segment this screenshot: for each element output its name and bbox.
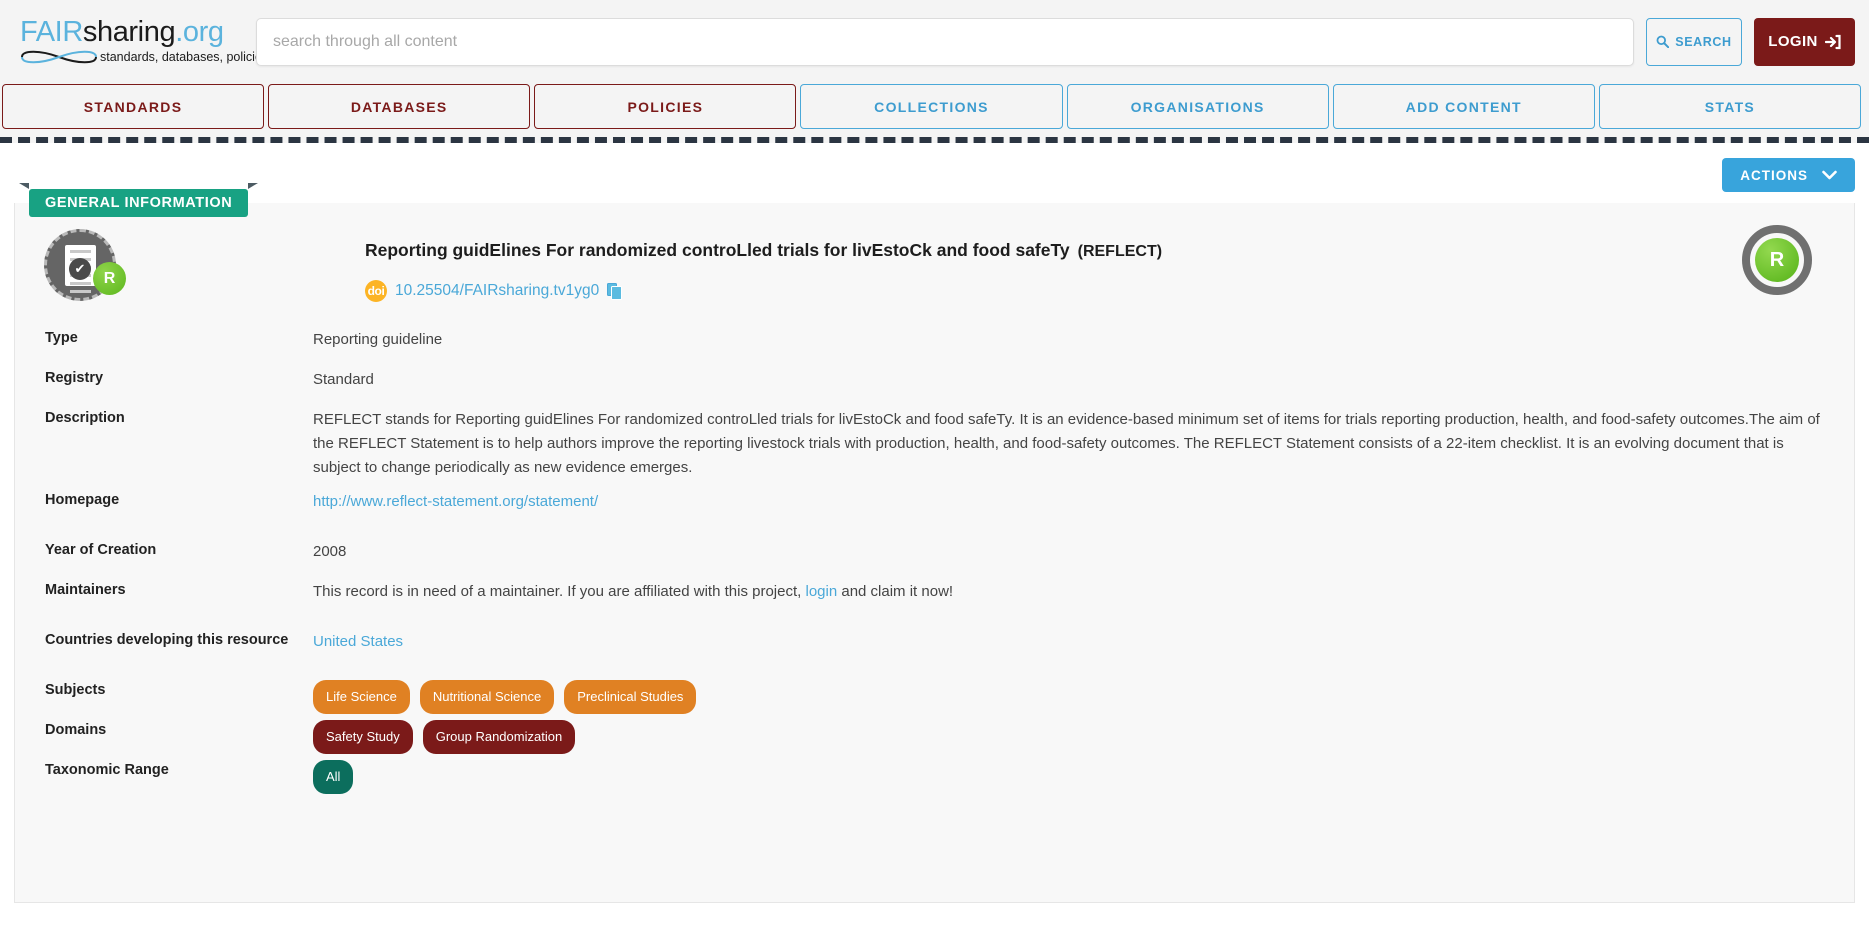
fair-ring-letter: R (1755, 238, 1799, 282)
field-row-registry: Registry Standard (15, 368, 1854, 408)
field-row-type: Type Reporting guideline (15, 328, 1854, 368)
search-icon (1656, 35, 1670, 48)
subject-pill-list: Life Science Nutritional Science Preclin… (313, 680, 1830, 714)
field-value: http://www.reflect-statement.org/stateme… (313, 490, 1854, 514)
field-value: Reporting guideline (313, 331, 443, 348)
logo-text-org: .org (175, 16, 224, 48)
nav-item-standards[interactable]: STANDARDS (2, 84, 265, 129)
field-label: Subjects (45, 682, 106, 698)
field-value: Safety Study Group Randomization (313, 720, 1854, 754)
nav-item-organisations[interactable]: ORGANISATIONS (1066, 84, 1329, 129)
chevron-down-icon (1822, 170, 1837, 180)
field-row-subjects: Subjects Life Science Nutritional Scienc… (15, 680, 1854, 720)
search-button-label: SEARCH (1675, 34, 1732, 49)
fair-evaluation-ring[interactable]: R (1742, 225, 1812, 295)
subject-pill[interactable]: Life Science (313, 680, 410, 714)
field-label: Countries developing this resource (45, 632, 289, 648)
nav-item-policies[interactable]: POLICIES (534, 84, 797, 129)
site-header: FAIRsharing.org standards, databases, po… (0, 0, 1869, 83)
logo-text-fair: FAIR (20, 16, 83, 48)
field-value: This record is in need of a maintainer. … (313, 580, 1854, 604)
search-input[interactable] (256, 17, 1634, 66)
nav-item-stats[interactable]: STATS (1598, 84, 1861, 129)
field-row-maintainers: Maintainers This record is in need of a … (15, 580, 1854, 620)
content-area: ACTIONS GENERAL INFORMATION ✔ R R Report… (0, 143, 1869, 942)
taxon-pill-list: All (313, 760, 1830, 794)
doi-link[interactable]: 10.25504/FAIRsharing.tv1yg0 (395, 282, 599, 300)
sign-in-icon (1824, 34, 1841, 49)
field-label: Description (45, 410, 125, 426)
maintainer-text-before: This record is in need of a maintainer. … (313, 583, 802, 600)
infinity-logo-icon (21, 50, 97, 64)
login-button[interactable]: LOGIN (1754, 17, 1855, 66)
record-badge-letter: R (93, 262, 126, 295)
field-label: Taxonomic Range (45, 762, 169, 778)
field-label: Year of Creation (45, 542, 157, 558)
record-title: Reporting guidElines For randomized cont… (365, 240, 1070, 260)
field-value: 2008 (313, 543, 347, 560)
nav-item-add-content[interactable]: ADD CONTENT (1332, 84, 1595, 129)
record-type-icon: ✔ R (42, 227, 126, 307)
search-button[interactable]: SEARCH (1646, 17, 1742, 66)
nav-label: STANDARDS (83, 98, 183, 115)
field-value: All (313, 760, 1854, 794)
field-value: Standard (313, 371, 374, 388)
field-row-year-of-creation: Year of Creation 2008 (15, 540, 1854, 580)
field-label: Registry (45, 370, 104, 386)
copy-icon[interactable] (607, 282, 623, 300)
field-label: Domains (45, 722, 107, 738)
field-row-description: Description REFLECT stands for Reporting… (15, 408, 1854, 480)
field-value: REFLECT stands for Reporting guidElines … (313, 411, 1820, 476)
actions-button-label: ACTIONS (1740, 167, 1808, 183)
page-title: Reporting guidElines For randomized cont… (365, 238, 1644, 262)
login-button-label: LOGIN (1768, 33, 1818, 50)
nav-label: DATABASES (350, 98, 448, 115)
field-label: Homepage (45, 492, 120, 508)
field-row-homepage: Homepage http://www.reflect-statement.or… (15, 490, 1854, 530)
record-abbreviation: (REFLECT) (1077, 243, 1163, 260)
check-icon: ✔ (69, 258, 91, 280)
field-value: United States (313, 630, 1854, 654)
logo-tagline: standards, databases, policies (100, 50, 269, 64)
logo-wordmark: FAIRsharing.org (20, 17, 246, 47)
domain-pill[interactable]: Group Randomization (422, 720, 576, 754)
nav-item-collections[interactable]: COLLECTIONS (800, 84, 1063, 129)
field-value: Life Science Nutritional Science Preclin… (313, 680, 1854, 714)
nav-label: COLLECTIONS (874, 98, 989, 115)
field-row-countries: Countries developing this resource Unite… (15, 630, 1854, 670)
doi-row: doi 10.25504/FAIRsharing.tv1yg0 (365, 280, 1644, 302)
record-header: Reporting guidElines For randomized cont… (365, 233, 1644, 302)
nav-label: STATS (1704, 98, 1756, 115)
doi-badge-icon: doi (365, 280, 387, 302)
nav-item-databases[interactable]: DATABASES (268, 84, 531, 129)
field-row-domains: Domains Safety Study Group Randomization (15, 720, 1854, 760)
record-fields: Type Reporting guideline Registry Standa… (15, 328, 1854, 800)
nav-label: ADD CONTENT (1405, 98, 1522, 115)
site-logo[interactable]: FAIRsharing.org standards, databases, po… (14, 17, 268, 66)
login-link[interactable]: login (805, 583, 837, 600)
domain-pill-list: Safety Study Group Randomization (313, 720, 1830, 754)
actions-button[interactable]: ACTIONS (1722, 158, 1855, 192)
subject-pill[interactable]: Preclinical Studies (564, 680, 697, 714)
nav-label: ORGANISATIONS (1130, 98, 1265, 115)
homepage-link[interactable]: http://www.reflect-statement.org/stateme… (313, 493, 598, 510)
nav-label: POLICIES (627, 98, 704, 115)
taxon-pill[interactable]: All (313, 760, 354, 794)
general-information-panel: GENERAL INFORMATION ✔ R R Reporting guid… (14, 183, 1855, 903)
field-row-taxonomic-range: Taxonomic Range All (15, 760, 1854, 800)
main-navigation: STANDARDS DATABASES POLICIES COLLECTIONS… (0, 83, 1869, 130)
country-link[interactable]: United States (313, 633, 403, 650)
field-label: Maintainers (45, 582, 126, 598)
actions-row: ACTIONS (0, 153, 1869, 197)
domain-pill[interactable]: Safety Study (313, 720, 413, 754)
subject-pill[interactable]: Nutritional Science (419, 680, 555, 714)
maintainer-text-after: and claim it now! (841, 583, 954, 600)
logo-text-sharing: sharing (82, 16, 176, 48)
field-label: Type (45, 330, 78, 346)
